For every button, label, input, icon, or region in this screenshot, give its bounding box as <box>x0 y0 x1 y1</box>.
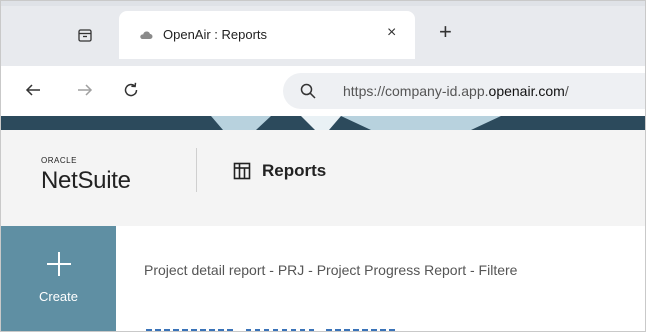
url-text: https://company-id.app.openair.com/ <box>343 83 569 99</box>
header-divider <box>196 148 197 192</box>
clipped-link-glimpse <box>146 329 396 331</box>
tab-actions-icon[interactable] <box>71 21 99 49</box>
navigation-bar: https://company-id.app.openair.com/ <box>1 66 645 116</box>
main-content: Project detail report - PRJ - Project Pr… <box>116 226 645 331</box>
reload-button[interactable] <box>119 78 143 102</box>
address-bar[interactable]: https://company-id.app.openair.com/ <box>283 73 645 109</box>
back-button[interactable] <box>21 78 45 102</box>
reload-icon <box>124 82 138 97</box>
tab-openair-reports[interactable]: OpenAir : Reports × <box>119 11 415 59</box>
plus-icon <box>47 252 71 276</box>
table-icon <box>233 162 251 180</box>
new-tab-button[interactable]: + <box>439 19 452 45</box>
decorative-banner <box>1 116 645 130</box>
forward-button[interactable] <box>73 78 97 102</box>
page-title: Reports <box>262 161 327 180</box>
logo-oracle-text: ORACLE <box>41 156 77 165</box>
netsuite-logo[interactable]: ORACLE NetSuite <box>41 156 131 195</box>
create-button[interactable]: Create <box>1 226 116 331</box>
url-domain: openair.com <box>488 83 565 99</box>
tab-strip: OpenAir : Reports × + <box>1 1 645 66</box>
tab-title: OpenAir : Reports <box>163 27 268 42</box>
logo-netsuite-text: NetSuite <box>41 167 131 194</box>
close-tab-icon[interactable]: × <box>387 23 396 43</box>
browser-window: OpenAir : Reports × + https://company-id… <box>0 0 646 332</box>
arrow-left-icon <box>25 84 40 96</box>
search-icon <box>300 83 316 99</box>
create-label: Create <box>38 289 79 304</box>
app-header: ORACLE NetSuite Reports <box>1 130 645 226</box>
cloud-icon <box>140 31 153 39</box>
url-prefix: https://company-id.app. <box>343 83 489 99</box>
top-edge <box>1 1 645 6</box>
arrow-right-icon <box>78 84 93 96</box>
url-suffix: / <box>564 83 569 99</box>
report-title: Project detail report - PRJ - Project Pr… <box>144 262 518 278</box>
